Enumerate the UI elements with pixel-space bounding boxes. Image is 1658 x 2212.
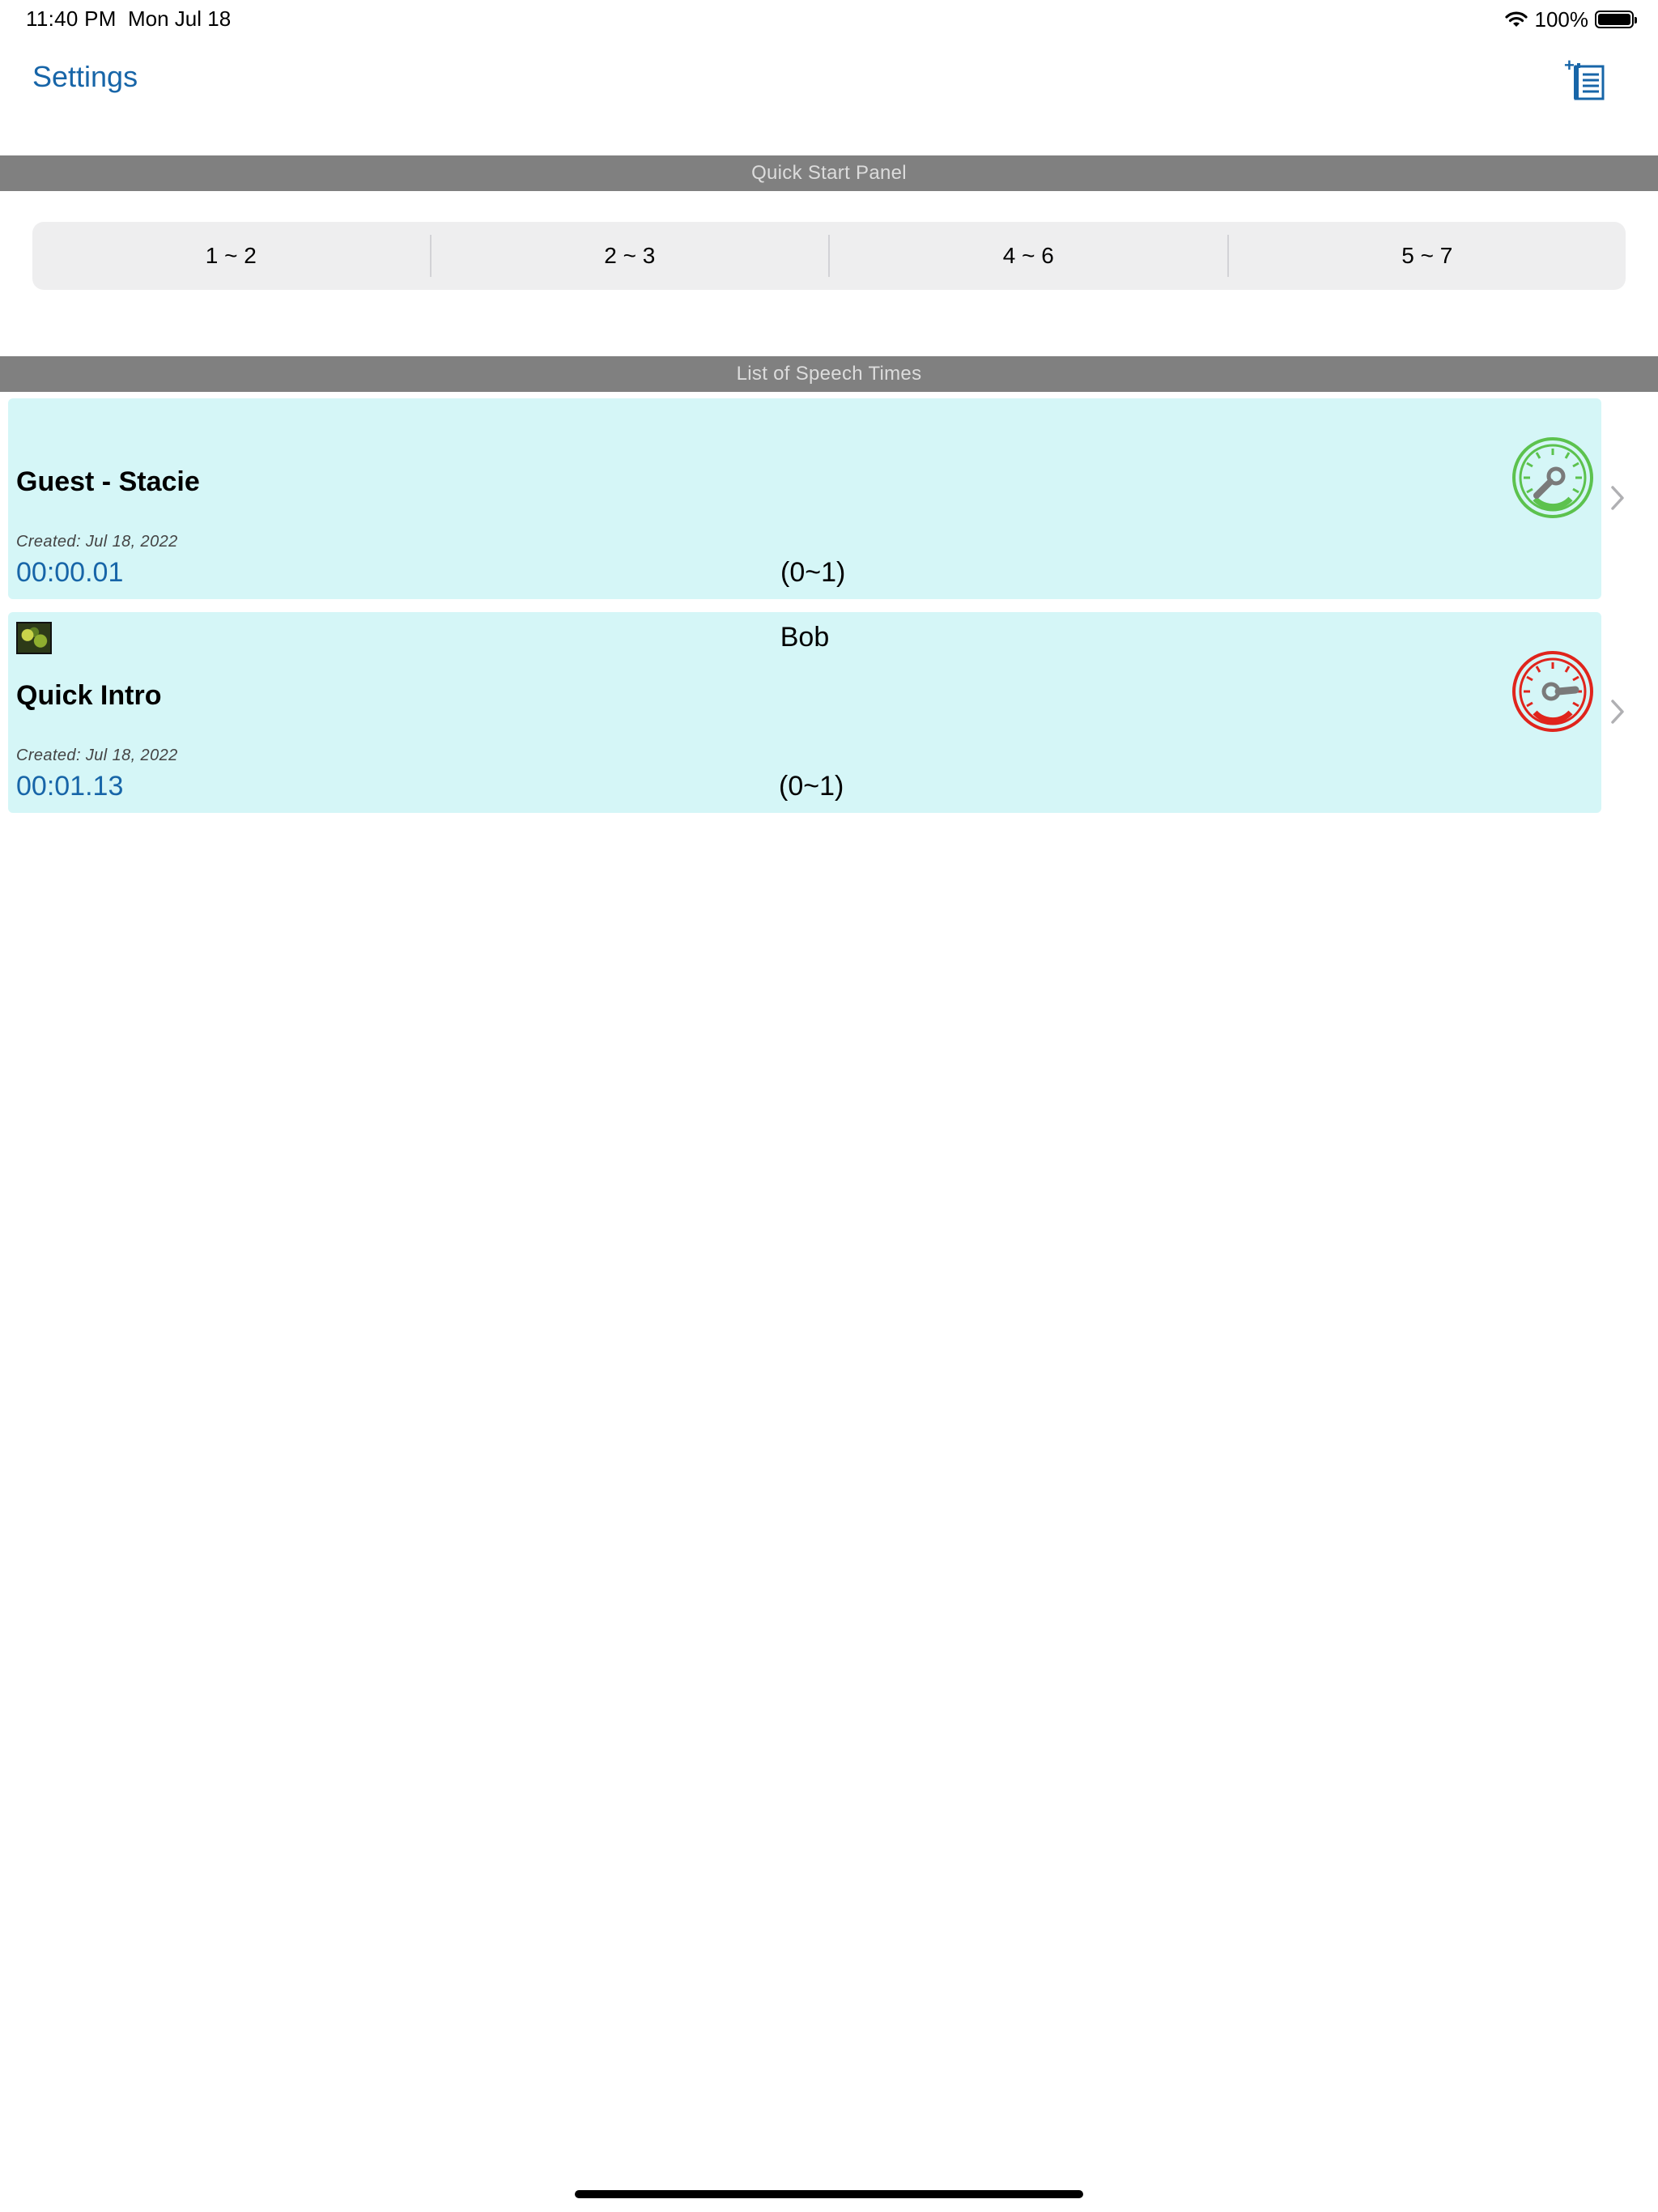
speech-item-guest-stacie[interactable]: Guest - Stacie Created: Jul 18, 2022 00:… (8, 398, 1601, 599)
speech-title: Guest - Stacie (16, 466, 200, 497)
status-indicators: 100% (1504, 6, 1637, 32)
speech-created-date: Created: Jul 18, 2022 (16, 533, 178, 551)
chevron-right-icon[interactable] (1609, 698, 1626, 725)
segment-4-6[interactable]: 4 ~ 6 (828, 235, 1227, 277)
status-bar: 11:40 PM Mon Jul 18 100% (0, 0, 1658, 39)
settings-button[interactable]: Settings (32, 60, 138, 94)
battery-percentage: 100% (1534, 6, 1589, 32)
quick-start-segmented-control: 1 ~ 2 2 ~ 3 4 ~ 6 5 ~ 7 (32, 222, 1626, 290)
speech-elapsed-time: 00:00.01 (16, 557, 124, 588)
red-gauge-icon (1512, 651, 1593, 732)
status-date: Mon Jul 18 (128, 6, 232, 31)
speech-item-quick-intro[interactable]: Bob Quick Intro Created: Jul 18, 2022 00… (8, 612, 1601, 813)
green-gauge-icon (1512, 437, 1593, 518)
chevron-right-icon[interactable] (1609, 484, 1626, 512)
wifi-icon (1504, 11, 1528, 27)
segment-1-2[interactable]: 1 ~ 2 (32, 235, 430, 277)
status-time: 11:40 PM (26, 6, 117, 31)
speech-list-header: List of Speech Times (0, 356, 1658, 392)
quick-start-header: Quick Start Panel (0, 155, 1658, 191)
speech-time-range: (0~1) (779, 771, 844, 802)
segment-5-7[interactable]: 5 ~ 7 (1226, 235, 1626, 277)
speech-time-range: (0~1) (780, 557, 846, 588)
speech-elapsed-time: 00:01.13 (16, 771, 124, 802)
speech-title: Quick Intro (16, 680, 162, 711)
speech-speaker: Bob (780, 622, 830, 653)
speech-created-date: Created: Jul 18, 2022 (16, 747, 178, 764)
segment-2-3[interactable]: 2 ~ 3 (429, 235, 829, 277)
app-screen: 11:40 PM Mon Jul 18 100% Settings + Quic… (0, 0, 1658, 2212)
home-indicator[interactable] (575, 2190, 1083, 2198)
battery-icon (1595, 11, 1637, 28)
svg-text:+: + (1564, 58, 1575, 75)
add-list-icon[interactable]: + (1562, 58, 1609, 100)
